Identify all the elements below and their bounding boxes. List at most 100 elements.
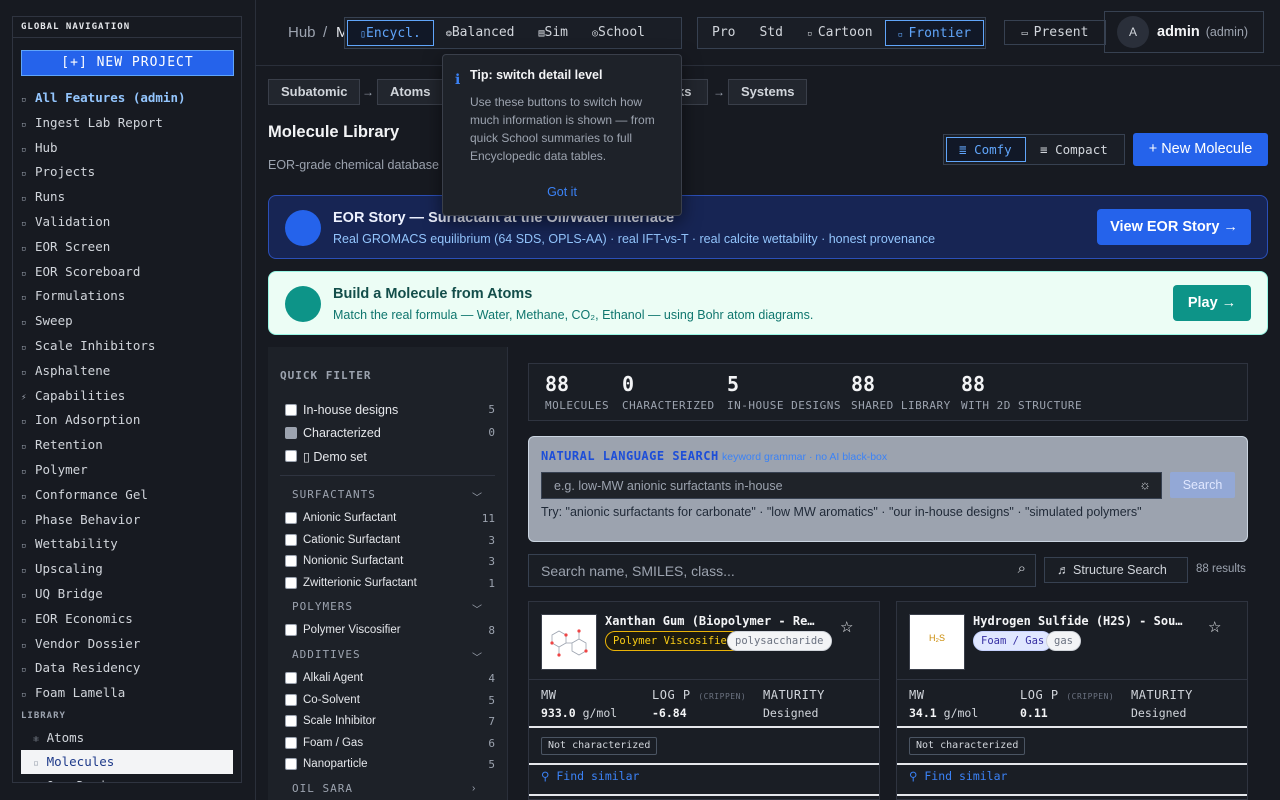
filter-zwitterionic-surfactant[interactable]: Zwitterionic Surfactant 1 — [285, 575, 495, 593]
scale-step-atoms[interactable]: Atoms — [377, 79, 444, 105]
search-icon[interactable]: ⌕ — [1018, 560, 1026, 577]
sidebar-library-molecules[interactable]: ▫ Molecules — [21, 749, 233, 774]
filter-nanoparticle[interactable]: Nanoparticle 5 — [285, 756, 495, 774]
user-menu[interactable]: A admin (admin) — [1104, 11, 1264, 53]
star-icon[interactable]: ☆ — [1208, 618, 1221, 636]
filter-group-oil-sara[interactable]: OIL SARA — [292, 782, 353, 795]
checkbox[interactable] — [285, 715, 297, 728]
detail-balanced-button[interactable]: ❂Balanced — [434, 20, 527, 46]
sidebar-library-atoms[interactable]: ⚛ Atoms — [21, 726, 233, 750]
sidebar-item-conformance-gel[interactable]: ▫ Conformance Gel — [13, 483, 241, 508]
sidebar-item-validation[interactable]: ▫ Validation — [13, 210, 241, 235]
chevron-right-icon[interactable]: › — [472, 783, 475, 794]
star-icon[interactable]: ☆ — [840, 618, 853, 636]
detail-encyclopedic-button[interactable]: ▯Encycl. — [347, 20, 434, 46]
checkbox[interactable] — [285, 512, 297, 524]
chevron-down-icon[interactable]: ﹀ — [472, 489, 482, 504]
checkbox[interactable] — [285, 427, 297, 439]
sidebar-item-uq-bridge[interactable]: ▫ UQ Bridge — [13, 582, 241, 607]
sidebar-item-retention[interactable]: ▫ Retention — [13, 433, 241, 458]
sidebar-item-upscaling[interactable]: ▫ Upscaling — [13, 557, 241, 582]
quick-filter-in-house-designs[interactable]: In-house designs 5 — [285, 402, 495, 420]
sidebar-item-asphaltene[interactable]: ▫ Asphaltene — [13, 359, 241, 384]
find-similar-link[interactable]: ⚲ Find similar — [909, 769, 1007, 783]
filter-group-additives[interactable]: ADDITIVES — [292, 648, 361, 661]
find-similar-link[interactable]: ⚲ Find similar — [541, 769, 639, 783]
style-cartoon-button[interactable]: ▫ Cartoon — [795, 20, 885, 46]
filter-nonionic-surfactant[interactable]: Nonionic Surfactant 3 — [285, 553, 495, 571]
detail-sim-button[interactable]: ▤Sim — [526, 20, 580, 46]
quick-filter-demo-set[interactable]: ▯ Demo set — [285, 448, 495, 466]
checkbox[interactable] — [285, 736, 297, 749]
scale-step-subatomic[interactable]: Subatomic — [268, 79, 361, 105]
filter-alkali-agent[interactable]: Alkali Agent 4 — [285, 670, 495, 688]
checkbox[interactable] — [285, 533, 297, 546]
sidebar-item-hub[interactable]: ▫ Hub — [13, 136, 241, 161]
chevron-down-icon[interactable]: ﹀ — [472, 649, 482, 664]
new-molecule-button[interactable]: + New Molecule — [1133, 133, 1268, 166]
square-icon: ▫ — [33, 757, 40, 769]
tip-body: Use these buttons to switch how much inf… — [470, 95, 655, 163]
present-button[interactable]: ▭ Present — [1004, 20, 1106, 45]
settings-icon[interactable]: ☼ — [1139, 477, 1151, 492]
checkbox[interactable] — [285, 404, 297, 416]
sidebar-item-polymer[interactable]: ▫ Polymer — [13, 458, 241, 483]
filter-group-polymers[interactable]: POLYMERS — [292, 600, 353, 613]
mw-label: MW — [541, 688, 557, 702]
filter-co-solvent[interactable]: Co-Solvent 5 — [285, 692, 495, 710]
new-project-button[interactable]: [+] NEW PROJECT — [21, 50, 234, 76]
structure-search-button[interactable]: ♬ Structure Search — [1044, 557, 1188, 583]
chevron-down-icon[interactable]: ﹀ — [472, 601, 482, 616]
sidebar-item-projects[interactable]: ▫ Projects — [13, 160, 241, 185]
checkbox[interactable] — [285, 576, 297, 589]
sidebar-item-all-features-admin[interactable]: ▫ All Features (admin) — [13, 86, 241, 111]
filter-polymer-viscosifier[interactable]: Polymer Viscosifier 8 — [285, 622, 495, 640]
structure-thumbnail — [541, 614, 597, 670]
sidebar-item-data-residency[interactable]: ▫ Data Residency — [13, 656, 241, 681]
sidebar-item-formulations[interactable]: ▫ Formulations — [13, 284, 241, 309]
quick-filter-characterized[interactable]: Characterized 0 — [285, 425, 495, 443]
style-frontier-button[interactable]: ▫ Frontier — [884, 20, 985, 46]
sidebar-library-our-designs[interactable]: ▫ Our Designs — [21, 774, 233, 782]
sidebar-item-sweep[interactable]: ▫ Sweep — [13, 309, 241, 334]
library-search-input[interactable]: Search name, SMILES, class... ⌕ — [528, 554, 1036, 587]
filter-anionic-surfactant[interactable]: Anionic Surfactant 11 — [285, 510, 495, 528]
checkbox[interactable] — [285, 758, 297, 771]
filter-cationic-surfactant[interactable]: Cationic Surfactant 3 — [285, 532, 495, 550]
play-button[interactable]: Play → — [1173, 285, 1251, 321]
style-pro-button[interactable]: Pro — [700, 20, 747, 46]
scale-step-systems[interactable]: Systems — [728, 79, 808, 105]
sidebar-item-ingest-lab-report[interactable]: ▫ Ingest Lab Report — [13, 111, 241, 136]
sidebar-item-wettability[interactable]: ▫ Wettability — [13, 532, 241, 557]
detail-school-button[interactable]: ◎School — [580, 20, 657, 46]
view-eor-story-button[interactable]: View EOR Story → — [1097, 209, 1251, 245]
molecule-card[interactable]: H₂S Hydrogen Sulfide (H2S) - Sour Gas Fo… — [896, 601, 1248, 800]
breadcrumb-hub[interactable]: Hub — [288, 24, 316, 41]
sidebar-item-scale-inhibitors[interactable]: ▫ Scale Inhibitors — [13, 334, 241, 359]
checkbox[interactable] — [285, 672, 297, 684]
nls-search-button[interactable]: Search — [1170, 472, 1235, 498]
sidebar-item-vendor-dossier[interactable]: ▫ Vendor Dossier — [13, 632, 241, 657]
checkbox[interactable] — [285, 450, 297, 462]
filter-group-surfactants[interactable]: SURFACTANTS — [292, 488, 376, 501]
filter-scale-inhibitor[interactable]: Scale Inhibitor 7 — [285, 713, 495, 731]
nls-input[interactable]: e.g. low-MW anionic surfactants in-house… — [541, 472, 1162, 499]
checkbox[interactable] — [285, 555, 297, 568]
sidebar-item-capabilities[interactable]: ⚡ Capabilities — [13, 384, 241, 409]
sidebar-item-eor-economics[interactable]: ▫ EOR Economics — [13, 607, 241, 632]
sidebar-item-ion-adsorption[interactable]: ▫ Ion Adsorption — [13, 408, 241, 433]
style-std-button[interactable]: Std — [747, 20, 794, 46]
view-comfy-button[interactable]: ≣ Comfy — [946, 137, 1026, 162]
sidebar-item-phase-behavior[interactable]: ▫ Phase Behavior — [13, 508, 241, 533]
square-icon: ▫ — [21, 491, 27, 502]
checkbox[interactable] — [285, 693, 297, 706]
molecule-card[interactable]: Xanthan Gum (Biopolymer - Repeat Unit) P… — [528, 601, 880, 800]
tip-dismiss-button[interactable]: Got it — [443, 185, 681, 199]
sidebar-item-foam-lamella[interactable]: ▫ Foam Lamella — [13, 681, 241, 706]
view-compact-button[interactable]: ≡ Compact — [1040, 137, 1108, 162]
checkbox[interactable] — [285, 624, 297, 637]
sidebar-item-eor-screen[interactable]: ▫ EOR Screen — [13, 235, 241, 260]
sidebar-item-runs[interactable]: ▫ Runs — [13, 185, 241, 210]
filter-foam-gas[interactable]: Foam / Gas 6 — [285, 735, 495, 753]
sidebar-item-eor-scoreboard[interactable]: ▫ EOR Scoreboard — [13, 260, 241, 285]
